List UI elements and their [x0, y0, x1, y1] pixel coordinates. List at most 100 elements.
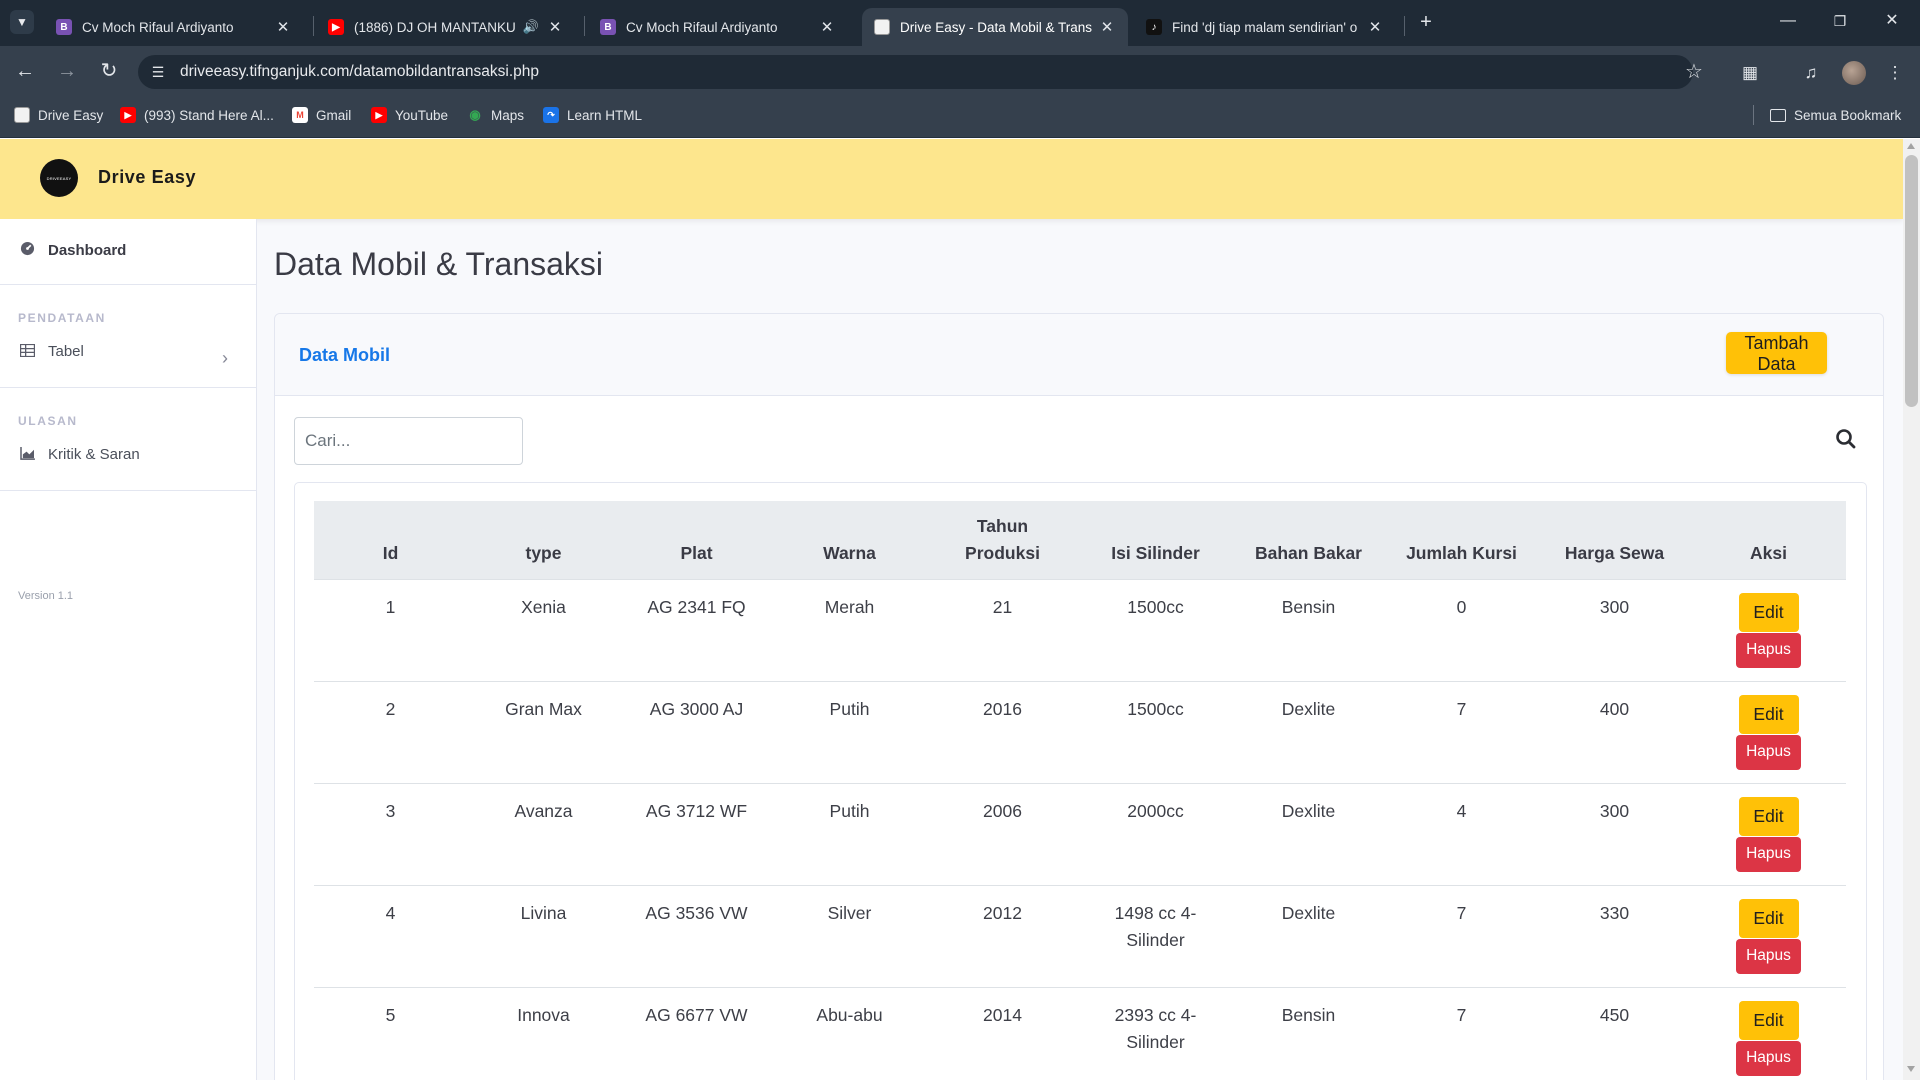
close-tab-icon[interactable]: ✕ — [1098, 18, 1116, 36]
browser-tab-active[interactable]: Drive Easy - Data Mobil & Trans ✕ — [862, 8, 1128, 46]
page-viewport: DRIVEEASY Drive Easy Dashboard PENDATAAN… — [0, 139, 1903, 1080]
cell-isi-silinder: 1500cc — [1079, 578, 1232, 681]
all-bookmarks[interactable]: Semua Bookmark — [1770, 105, 1901, 125]
bookmark-item[interactable]: ↷ Learn HTML — [543, 105, 642, 125]
media-control-icon[interactable]: ♫ — [1798, 60, 1824, 86]
tab-title: Cv Moch Rifaul Ardiyanto — [626, 19, 778, 35]
cell-isi-silinder: 2000cc — [1079, 782, 1232, 885]
edit-button[interactable]: Edit — [1738, 694, 1799, 734]
hapus-button[interactable]: Hapus — [1736, 938, 1801, 974]
table-header-row: Id type Plat Warna Tahun Produksi Isi Si… — [314, 501, 1846, 579]
forward-icon[interactable]: → — [52, 56, 82, 86]
scrollbar-thumb[interactable] — [1905, 155, 1918, 407]
edit-button[interactable]: Edit — [1738, 592, 1799, 632]
cell-warna: Abu-abu — [773, 986, 926, 1080]
new-tab-icon[interactable]: + — [1414, 10, 1438, 34]
scroll-down-arrow-icon[interactable] — [1907, 1066, 1915, 1072]
column-header-bahan-bakar: Bahan Bakar — [1255, 542, 1362, 563]
back-icon[interactable]: ← — [10, 56, 40, 86]
profile-avatar[interactable] — [1842, 61, 1866, 85]
restore-icon[interactable]: ❐ — [1820, 6, 1860, 36]
hapus-button[interactable]: Hapus — [1736, 1040, 1801, 1076]
sidebar-heading-pendataan: PENDATAAN — [18, 311, 106, 325]
hapus-button[interactable]: Hapus — [1736, 836, 1801, 872]
app-topbar: DRIVEEASY Drive Easy — [0, 139, 1903, 219]
cell-isi-silinder: 1498 cc 4-Silinder — [1079, 884, 1232, 987]
bookmark-star-icon[interactable]: ☆ — [1682, 60, 1706, 84]
scroll-up-arrow-icon[interactable] — [1907, 143, 1915, 149]
cell-isi-silinder: 1500cc — [1079, 680, 1232, 783]
close-window-icon[interactable]: ✕ — [1872, 6, 1912, 36]
cell-aksi: Edit Hapus — [1691, 782, 1846, 885]
sidebar-item-tabel[interactable]: Tabel — [18, 343, 84, 360]
close-tab-icon[interactable]: ✕ — [274, 18, 292, 36]
cell-aksi: Edit Hapus — [1691, 578, 1846, 681]
maps-icon: ◉ — [469, 107, 481, 122]
youtube-icon: ▶ — [120, 107, 136, 123]
bookmark-item[interactable]: M Gmail — [292, 105, 351, 125]
close-tab-icon[interactable]: ✕ — [1366, 18, 1384, 36]
cell-plat: AG 3536 VW — [620, 884, 773, 987]
cell-jumlah-kursi: 4 — [1385, 782, 1538, 885]
youtube-icon: ▶ — [371, 107, 387, 123]
menu-dots-icon[interactable]: ⋮ — [1882, 60, 1908, 86]
brand-name[interactable]: Drive Easy — [98, 167, 196, 188]
close-tab-icon[interactable]: ✕ — [818, 18, 836, 36]
speaker-icon[interactable]: 🔊 — [522, 19, 540, 35]
bookmark-item[interactable]: ◉ Maps — [467, 105, 524, 125]
bootstrap-icon: B — [56, 19, 72, 35]
search-icon[interactable] — [1833, 426, 1859, 452]
browser-tabstrip: ▼ B Cv Moch Rifaul Ardiyanto ✕ ▶ (1886) … — [0, 0, 1920, 46]
cell-harga-sewa: 450 — [1538, 986, 1691, 1080]
bookmark-item[interactable]: ▶ YouTube — [371, 105, 448, 125]
bookmark-item[interactable]: ▶ (993) Stand Here Al... — [120, 105, 274, 125]
search-input[interactable] — [294, 417, 523, 465]
browser-tab[interactable]: B Cv Moch Rifaul Ardiyanto ✕ — [44, 8, 304, 46]
sidebar-item-dashboard[interactable]: Dashboard — [18, 241, 126, 259]
cell-type: Livina — [467, 884, 620, 987]
site-info-icon[interactable]: ☰ — [148, 62, 168, 82]
column-header-aksi: Aksi — [1750, 542, 1787, 563]
tab-title: Find 'dj tiap malam sendirian' o — [1172, 19, 1358, 35]
tambah-data-button[interactable]: Tambah Data — [1726, 332, 1827, 374]
cell-bahan-bakar: Dexlite — [1232, 884, 1385, 987]
youtube-icon: ▶ — [328, 19, 344, 35]
cell-tahun-produksi: 2014 — [926, 986, 1079, 1080]
hapus-button[interactable]: Hapus — [1736, 734, 1801, 770]
close-tab-icon[interactable]: ✕ — [546, 18, 564, 36]
bookmark-label: Drive Easy — [38, 107, 104, 123]
bookmarks-bar — [0, 92, 1920, 138]
cell-warna: Merah — [773, 578, 926, 681]
cell-plat: AG 3712 WF — [620, 782, 773, 885]
chevron-right-icon[interactable]: › — [222, 348, 228, 369]
extensions-icon[interactable]: ▦ — [1737, 60, 1763, 86]
browser-tab[interactable]: B Cv Moch Rifaul Ardiyanto ✕ — [588, 8, 848, 46]
cell-aksi: Edit Hapus — [1691, 986, 1846, 1080]
edit-button[interactable]: Edit — [1738, 898, 1799, 938]
cell-harga-sewa: 300 — [1538, 782, 1691, 885]
column-header-id: Id — [382, 542, 399, 563]
cell-tahun-produksi: 2006 — [926, 782, 1079, 885]
sidebar-item-kritik-saran[interactable]: Kritik & Saran — [18, 446, 140, 463]
browser-tab[interactable]: ♪ Find 'dj tiap malam sendirian' o ✕ — [1134, 8, 1396, 46]
cell-harga-sewa: 400 — [1538, 680, 1691, 783]
column-header-type: type — [525, 542, 562, 563]
minimize-icon[interactable]: — — [1768, 6, 1808, 36]
bookmark-label: YouTube — [395, 107, 449, 123]
reload-icon[interactable]: ↻ — [94, 56, 124, 86]
area-chart-icon — [18, 446, 36, 463]
address-url[interactable]: driveeasy.tifnganjuk.com/datamobildantra… — [180, 62, 539, 82]
cell-plat: AG 2341 FQ — [620, 578, 773, 681]
bookmark-item[interactable]: Drive Easy — [14, 105, 103, 125]
cell-tahun-produksi: 2012 — [926, 884, 1079, 987]
brand-logo[interactable]: DRIVEEASY — [40, 159, 78, 197]
cell-jumlah-kursi: 0 — [1385, 578, 1538, 681]
edit-button[interactable]: Edit — [1738, 796, 1799, 836]
edit-button[interactable]: Edit — [1738, 1000, 1799, 1040]
cell-id: 3 — [314, 782, 467, 885]
card-title: Data Mobil — [299, 345, 391, 365]
cell-jumlah-kursi: 7 — [1385, 680, 1538, 783]
tab-search-icon[interactable]: ▼ — [10, 10, 34, 34]
browser-tab[interactable]: ▶ (1886) DJ OH MANTANKU T 🔊 ✕ — [316, 8, 576, 46]
hapus-button[interactable]: Hapus — [1736, 632, 1801, 668]
